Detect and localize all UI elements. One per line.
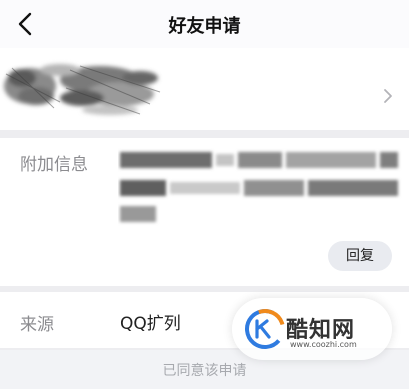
- header-bar: 好友申请: [0, 0, 409, 48]
- watermark-logo: 酷知网 www.coozhi.com: [232, 298, 392, 360]
- friend-request-screen: 好友申请 附加信息 回复 来源 QQ扩列 已同意该申请 酷知网 www.cooz…: [0, 0, 409, 389]
- chevron-right-icon: [384, 89, 392, 103]
- request-status-text: 已同意该申请: [162, 363, 247, 379]
- source-label: 来源: [20, 315, 54, 335]
- watermark-url: www.coozhi.com: [290, 340, 357, 349]
- additional-info-label: 附加信息: [20, 155, 88, 175]
- blurred-message-text: [120, 152, 398, 222]
- blurred-profile-image: [4, 64, 161, 115]
- page-title: 好友申请: [168, 16, 241, 37]
- watermark-logo-icon: [245, 309, 285, 349]
- reply-button[interactable]: 回复: [328, 241, 392, 271]
- source-value: QQ扩列: [120, 314, 181, 334]
- profile-card[interactable]: [0, 48, 409, 130]
